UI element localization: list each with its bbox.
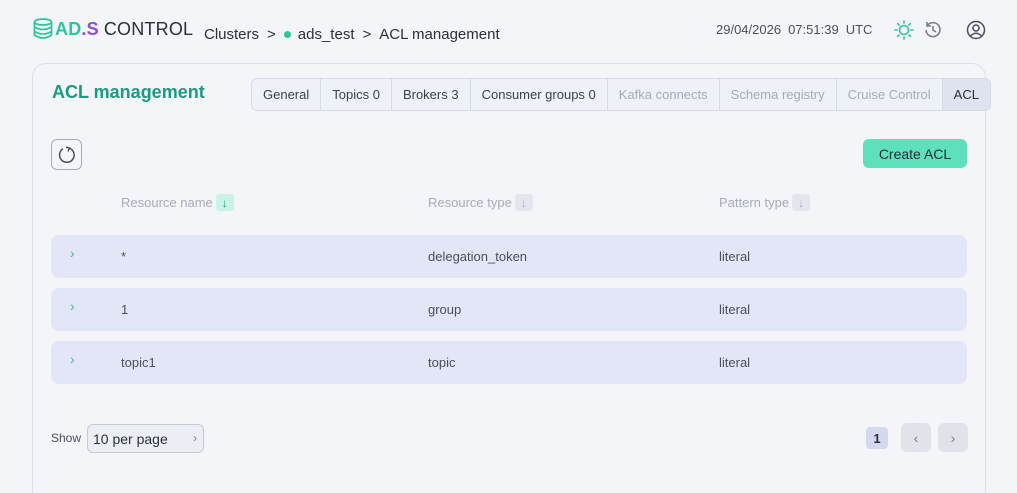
breadcrumb-cluster[interactable]: ads_test xyxy=(298,26,355,43)
cell-pattern-type: literal xyxy=(719,355,751,370)
brand-name: AD.S CONTROL xyxy=(55,18,194,39)
tab-general[interactable]: General xyxy=(252,79,322,110)
refresh-icon xyxy=(58,145,75,163)
sort-arrow-down-icon[interactable]: ↓ xyxy=(792,194,811,211)
column-header-pattern-type[interactable]: Pattern type ↓ xyxy=(719,194,811,211)
sort-arrow-down-icon[interactable]: ↓ xyxy=(215,194,234,211)
breadcrumb-clusters[interactable]: Clusters xyxy=(204,26,259,43)
chevron-left-icon: ‹ xyxy=(913,429,919,446)
sort-arrow-down-icon[interactable]: ↓ xyxy=(514,194,533,211)
user-icon[interactable] xyxy=(966,20,986,40)
pagination-page[interactable]: 1 xyxy=(866,427,888,449)
breadcrumb-separator: > xyxy=(267,26,276,43)
per-page-select[interactable]: 10 per page › xyxy=(87,424,204,453)
breadcrumb-separator: > xyxy=(362,26,372,43)
expand-chevron-icon[interactable]: › xyxy=(70,298,75,314)
chevron-right-icon: › xyxy=(950,429,956,446)
app-header: AD.S CONTROL Clusters > ads_test > ACL ma… xyxy=(0,0,1017,62)
next-page-button[interactable]: › xyxy=(938,423,968,452)
tab-kafka-connects: Kafka connects xyxy=(608,79,720,110)
cluster-tabs: General Topics 0 Brokers 3 Consumer grou… xyxy=(251,78,991,111)
column-header-resource-type[interactable]: Resource type ↓ xyxy=(428,194,533,211)
acl-panel: ACL management General Topics 0 Brokers … xyxy=(32,63,991,493)
breadcrumb-current: ACL management xyxy=(379,26,500,43)
database-icon xyxy=(33,18,53,39)
tab-acl[interactable]: ACL xyxy=(942,79,990,110)
table-row[interactable]: › 1 group literal xyxy=(51,288,967,331)
column-header-resource-name[interactable]: Resource name ↓ xyxy=(121,194,234,211)
tab-schema-registry: Schema registry xyxy=(720,79,837,110)
time: 07:51:39 xyxy=(788,22,839,37)
sun-icon[interactable] xyxy=(894,20,914,40)
tab-cruise-control: Cruise Control xyxy=(837,79,943,110)
cell-pattern-type: literal xyxy=(719,249,751,264)
cell-resource-type: group xyxy=(428,302,462,317)
expand-chevron-icon[interactable]: › xyxy=(70,351,75,367)
cluster-status-dot xyxy=(283,31,291,38)
tab-consumer-groups[interactable]: Consumer groups 0 xyxy=(471,79,608,110)
date: 29/04/2026 xyxy=(716,22,782,37)
timezone: UTC xyxy=(845,22,873,37)
page-title: ACL management xyxy=(52,82,205,102)
create-acl-button[interactable]: Create ACL xyxy=(863,139,967,168)
previous-page-button[interactable]: ‹ xyxy=(901,423,931,452)
cell-resource-name: * xyxy=(121,249,127,264)
table-row[interactable]: › * delegation_token literal xyxy=(51,235,967,278)
chevron-right-icon: › xyxy=(193,431,197,445)
brand-logo[interactable]: AD.S CONTROL xyxy=(33,18,193,40)
table-row[interactable]: › topic1 topic literal xyxy=(51,341,967,384)
breadcrumb: Clusters > ads_test > ACL management xyxy=(204,26,500,43)
cell-resource-type: delegation_token xyxy=(428,249,528,264)
refresh-button[interactable] xyxy=(51,139,82,170)
cell-pattern-type: literal xyxy=(719,302,751,317)
expand-chevron-icon[interactable]: › xyxy=(70,245,75,261)
tab-topics[interactable]: Topics 0 xyxy=(321,79,392,110)
cell-resource-name: topic1 xyxy=(121,355,156,370)
cell-resource-type: topic xyxy=(428,355,456,370)
history-icon[interactable] xyxy=(923,20,943,40)
cell-resource-name: 1 xyxy=(121,302,129,317)
server-datetime: 29/04/2026 07:51:39 UTC xyxy=(716,22,872,37)
show-label: Show xyxy=(51,431,82,445)
tab-brokers[interactable]: Brokers 3 xyxy=(392,79,471,110)
